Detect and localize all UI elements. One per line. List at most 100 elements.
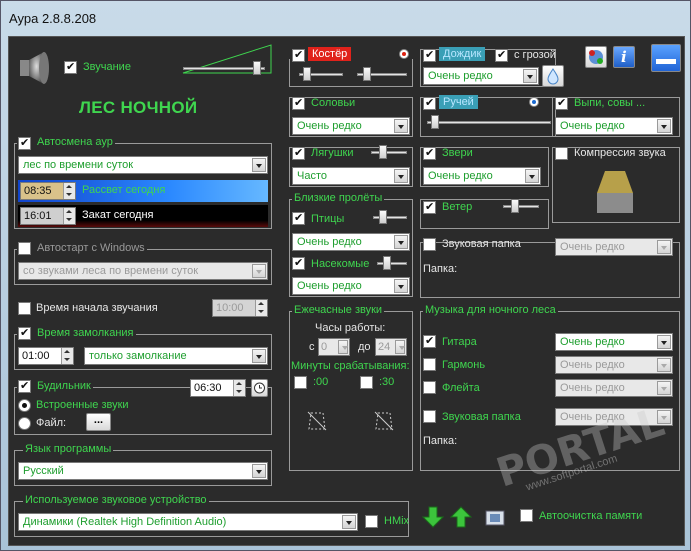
compression-checkbox[interactable] [555, 147, 568, 160]
insects-label: Насекомые [311, 258, 370, 270]
info-icon: i [621, 48, 627, 66]
stream-checkbox[interactable] [423, 96, 436, 110]
auto-change-checkbox[interactable] [18, 136, 31, 150]
work-hours-label: Часы работы: [315, 322, 386, 334]
sound-folder-freq-select[interactable]: Очень редко [555, 238, 673, 256]
beasts-freq-value: Очень редко [428, 170, 493, 182]
guitar-freq-select[interactable]: Очень редко [555, 333, 673, 351]
wind-volume-slider[interactable] [503, 199, 539, 213]
campfire-balance-slider[interactable] [357, 67, 407, 81]
beasts-freq-select[interactable]: Очень редко [423, 167, 541, 185]
music-folder-checkbox[interactable] [423, 410, 436, 423]
beasts-label: Звери [442, 147, 473, 159]
alarm-time-value: 06:30 [194, 382, 222, 394]
builtin-sounds-radio[interactable] [18, 399, 31, 412]
campfire-record-indicator[interactable] [399, 49, 409, 59]
minute-00-label: :00 [313, 376, 329, 388]
minute-00-checkbox[interactable] [294, 376, 307, 389]
upload-arrow-icon[interactable] [449, 505, 473, 529]
minimize-to-tray-button[interactable] [651, 44, 681, 72]
sound-enabled-checkbox[interactable] [64, 60, 77, 74]
folder-path-label: Папка: [423, 263, 458, 275]
wind-checkbox[interactable] [423, 200, 436, 214]
insects-volume-slider[interactable] [377, 256, 407, 270]
to-hour-select[interactable]: 24 [375, 338, 407, 356]
memory-chip-icon[interactable] [483, 505, 509, 529]
flute-label: Флейта [442, 382, 480, 394]
autostart-checkbox[interactable] [18, 242, 31, 255]
campfire-volume-slider[interactable] [299, 67, 343, 81]
alarm-checkbox[interactable] [18, 379, 31, 393]
frogs-volume-slider[interactable] [371, 145, 407, 159]
insects-freq-select[interactable]: Очень редко [292, 277, 410, 295]
sunset-time-value: 16:01 [24, 210, 52, 222]
fade-time-value: 01:00 [22, 350, 50, 362]
rain-checkbox[interactable] [423, 48, 436, 62]
sound-folder-label: Звуковая папка [442, 238, 521, 250]
guitar-freq-value: Очень редко [560, 336, 625, 348]
sunrise-time-spinner[interactable]: 08:35 [20, 182, 76, 200]
guitar-checkbox[interactable] [423, 334, 436, 348]
stream-label: Ручей [439, 95, 478, 109]
owls-label: Выпи, совы ... [574, 97, 646, 109]
nightingales-freq-value: Очень редко [297, 120, 362, 132]
stream-indicator[interactable] [529, 97, 539, 107]
app-window: Аура 2.8.8.208 Звучание ЛЕС НОЧНОЙ Автос… [0, 0, 691, 551]
scene-name: ЛЕС НОЧНОЙ [79, 98, 198, 117]
from-hour-select[interactable]: 0 [318, 338, 350, 356]
rain-drop-button[interactable] [542, 65, 564, 87]
stream-volume-slider[interactable] [427, 115, 551, 129]
flute-checkbox[interactable] [423, 381, 436, 394]
autostart-mode-select[interactable]: со звуками леса по времени суток [18, 262, 268, 280]
info-button[interactable]: i [613, 46, 635, 68]
fade-time-checkbox[interactable] [18, 326, 31, 340]
frogs-freq-select[interactable]: Часто [292, 167, 410, 185]
beasts-checkbox[interactable] [423, 146, 436, 160]
auto-clean-memory-checkbox[interactable] [520, 509, 533, 522]
device-select[interactable]: Динамики (Realtek High Definition Audio) [18, 513, 358, 531]
birds-checkbox[interactable] [292, 211, 305, 225]
harmonica-freq-select[interactable]: Очень редко [555, 356, 673, 374]
insects-checkbox[interactable] [292, 256, 305, 270]
download-arrow-icon[interactable] [421, 505, 445, 529]
alarm-time-spinner[interactable]: 06:30 [190, 379, 246, 397]
file-radio[interactable] [18, 417, 31, 430]
master-volume-slider[interactable] [183, 61, 265, 75]
start-time-spinner[interactable]: 10:00 [212, 299, 268, 317]
alarm-clock-button[interactable] [251, 379, 268, 397]
language-title: Язык программы [23, 443, 114, 455]
harmonica-freq-value: Очень редко [560, 359, 625, 371]
frogs-label: Лягушки [311, 147, 354, 159]
title-bar[interactable]: Аура 2.8.8.208 [1, 1, 690, 35]
to-label: до [358, 341, 371, 353]
fade-mode-select[interactable]: только замолкание [84, 347, 268, 365]
flute-freq-value: Очень редко [560, 382, 625, 394]
tray-icon [656, 59, 676, 64]
owls-checkbox[interactable] [555, 96, 568, 110]
auto-change-mode-select[interactable]: лес по времени суток [18, 156, 268, 174]
network-button[interactable] [585, 46, 607, 68]
nightingales-checkbox[interactable] [292, 96, 305, 110]
rain-freq-select[interactable]: Очень редко [423, 67, 539, 85]
birds-volume-slider[interactable] [373, 210, 407, 224]
browse-file-button[interactable]: ... [86, 413, 111, 431]
sound-folder-checkbox[interactable] [423, 238, 436, 251]
start-time-checkbox[interactable] [18, 302, 31, 315]
fade-time-spinner[interactable]: 01:00 [18, 347, 74, 365]
auto-change-mode-value: лес по времени суток [23, 159, 134, 171]
storm-label: с грозой [514, 49, 556, 61]
owls-freq-select[interactable]: Очень редко [555, 117, 673, 135]
nightingales-freq-select[interactable]: Очень редко [292, 117, 410, 135]
minute-30-checkbox[interactable] [360, 376, 373, 389]
flute-freq-select[interactable]: Очень редко [555, 379, 673, 397]
sunrise-label: Рассвет сегодня [82, 184, 166, 196]
hmix-checkbox[interactable] [365, 515, 378, 528]
language-select[interactable]: Русский [18, 462, 268, 480]
storm-checkbox[interactable] [495, 48, 508, 62]
birds-freq-select[interactable]: Очень редко [292, 233, 410, 251]
sunset-time-spinner[interactable]: 16:01 [20, 207, 76, 225]
harmonica-checkbox[interactable] [423, 358, 436, 371]
frogs-checkbox[interactable] [292, 146, 305, 160]
start-time-label: Время начала звучания [36, 302, 158, 314]
speaker-icon[interactable] [18, 50, 52, 86]
